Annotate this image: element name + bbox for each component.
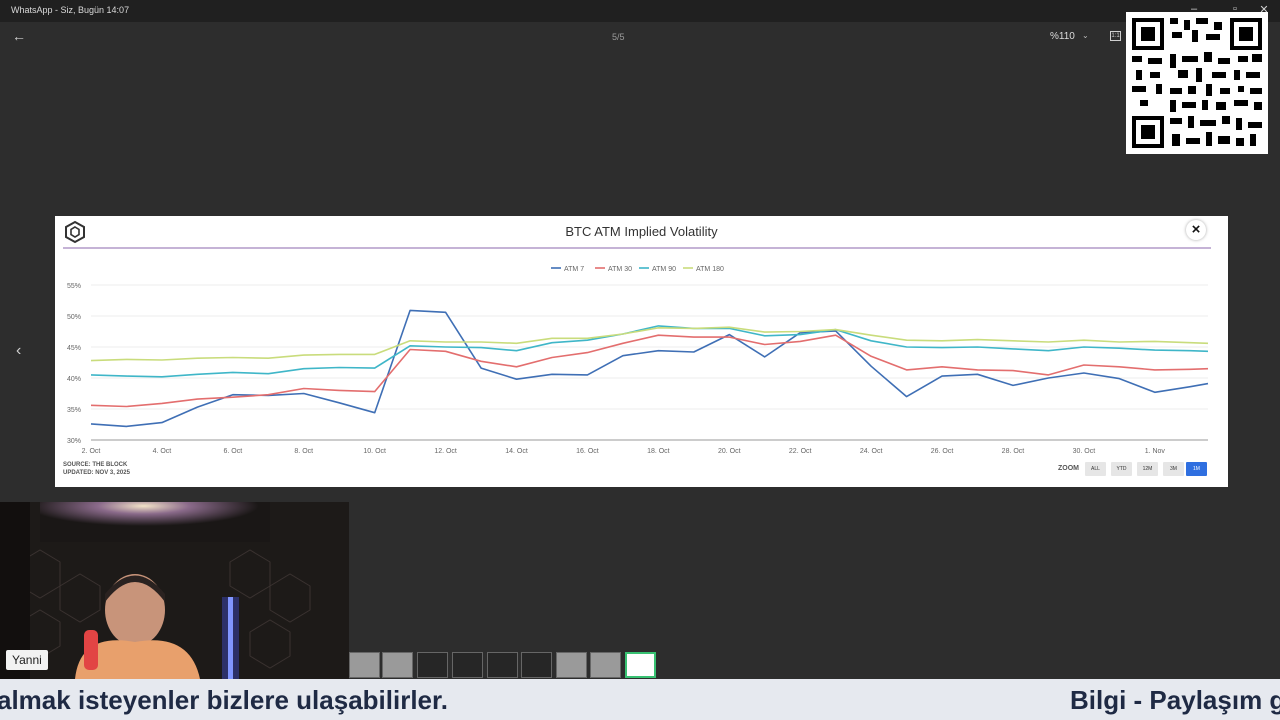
x-tick-label: 26. Oct xyxy=(931,448,954,455)
webcam-feed xyxy=(0,502,349,679)
thumbnail[interactable] xyxy=(382,652,413,678)
x-tick-label: 4. Oct xyxy=(153,448,172,455)
zoom-3m-button[interactable]: 3M xyxy=(1163,462,1184,476)
x-tick-label: 14. Oct xyxy=(505,448,528,455)
webcam-image xyxy=(0,502,349,679)
qr-code xyxy=(1126,12,1268,154)
thumbnail[interactable] xyxy=(452,652,483,678)
title-bar: WhatsApp - Siz, Bugün 14:07 – ▫ ✕ xyxy=(0,0,1280,22)
zoom-label: ZOOM xyxy=(1058,465,1079,472)
thumbnail[interactable] xyxy=(556,652,587,678)
qr-code-graphic xyxy=(1130,16,1264,150)
actual-size-icon[interactable]: 1:1 xyxy=(1110,31,1121,41)
viewer-toolbar: ← 5/5 %110 ⌄ 1:1 xyxy=(0,22,1280,52)
chart-source: SOURCE: THE BLOCK UPDATED: NOV 3, 2025 xyxy=(63,461,130,477)
close-icon[interactable]: × xyxy=(1186,220,1206,240)
zoom-1m-button[interactable]: 1M xyxy=(1186,462,1207,476)
thumbnail[interactable] xyxy=(521,652,552,678)
zoom-ytd-button[interactable]: YTD xyxy=(1111,462,1132,476)
series-line xyxy=(90,326,1209,362)
x-tick-label: 28. Oct xyxy=(1002,448,1025,455)
participant-name: Yanni xyxy=(6,650,48,670)
x-tick-label: 10. Oct xyxy=(363,448,386,455)
x-tick-label: 24. Oct xyxy=(860,448,883,455)
legend-label: ATM 7 xyxy=(564,266,584,273)
zoom-12m-button[interactable]: 12M xyxy=(1137,462,1158,476)
page-counter: 5/5 xyxy=(612,32,625,42)
thumbnail-active[interactable] xyxy=(625,652,656,678)
thumbnail[interactable] xyxy=(590,652,621,678)
updated-line: UPDATED: NOV 3, 2025 xyxy=(63,470,130,476)
x-tick-label: 2. Oct xyxy=(82,448,101,455)
thumbnail[interactable] xyxy=(487,652,518,678)
y-tick-label: 55% xyxy=(67,283,81,290)
zoom-level[interactable]: %110 xyxy=(1050,31,1075,42)
x-tick-label: 30. Oct xyxy=(1073,448,1096,455)
x-tick-label: 18. Oct xyxy=(647,448,670,455)
thumbnail[interactable] xyxy=(417,652,448,678)
x-tick-label: 12. Oct xyxy=(434,448,457,455)
x-tick-label: 8. Oct xyxy=(294,448,313,455)
image-viewer-window: WhatsApp - Siz, Bugün 14:07 – ▫ ✕ ← 5/5 … xyxy=(0,0,1280,720)
chart-title: BTC ATM Implied Volatility xyxy=(565,224,718,239)
legend-label: ATM 30 xyxy=(608,266,632,273)
line-chart: ATM 7 ATM 30 ATM 90 ATM 180 30% 35% 40% 45% 50% 5… xyxy=(67,266,1209,455)
x-tick-label: 20. Oct xyxy=(718,448,741,455)
y-tick-label: 50% xyxy=(67,314,81,321)
prev-arrow-icon[interactable]: ‹ xyxy=(16,342,21,360)
x-tick-label: 1. Nov xyxy=(1145,448,1166,455)
back-arrow-icon[interactable]: ← xyxy=(12,28,26,44)
ticker-text-right: Bilgi - Paylaşım gr xyxy=(1070,685,1280,715)
news-ticker: almak isteyenler bizlere ulaşabilirler. … xyxy=(0,679,1280,720)
source-line: SOURCE: THE BLOCK xyxy=(63,462,128,468)
x-tick-label: 16. Oct xyxy=(576,448,599,455)
zoom-all-button[interactable]: ALL xyxy=(1085,462,1106,476)
y-tick-label: 35% xyxy=(67,407,81,414)
chart-card: BTC ATM Implied Volatility × ATM 7 ATM 30… xyxy=(55,216,1228,487)
title-divider xyxy=(63,247,1211,249)
y-tick-label: 30% xyxy=(67,438,81,445)
x-tick-label: 6. Oct xyxy=(223,448,242,455)
ticker-text-left: almak isteyenler bizlere ulaşabilirler. xyxy=(0,685,448,715)
legend-label: ATM 180 xyxy=(696,266,724,273)
thumbnail[interactable] xyxy=(349,652,380,678)
x-tick-label: 22. Oct xyxy=(789,448,812,455)
legend-label: ATM 90 xyxy=(652,266,676,273)
chevron-down-icon[interactable]: ⌄ xyxy=(1082,31,1089,40)
window-title: WhatsApp - Siz, Bugün 14:07 xyxy=(11,5,130,15)
y-tick-label: 40% xyxy=(67,376,81,383)
y-tick-label: 45% xyxy=(67,345,81,352)
series-line xyxy=(90,334,1209,408)
